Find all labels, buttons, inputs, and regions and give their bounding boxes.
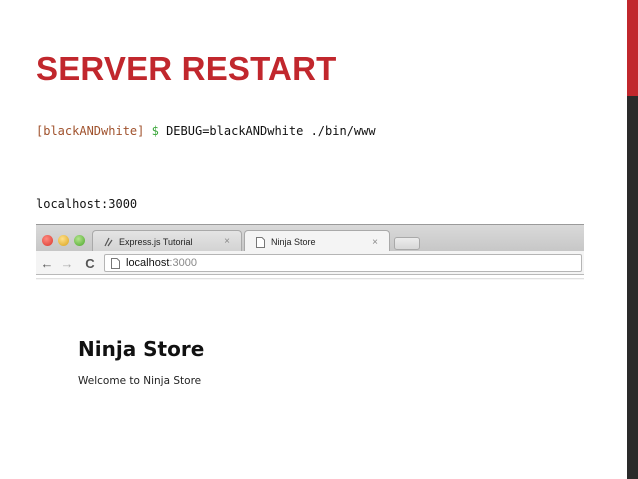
forward-arrow-icon[interactable]: → [58,254,76,272]
host-line: localhost:3000 [36,197,138,211]
tab-ninja-store[interactable]: Ninja Store × [244,230,390,253]
page-heading: Ninja Store [78,337,205,361]
tab-close-icon[interactable]: × [221,236,233,247]
close-window-button[interactable] [42,235,53,246]
reload-icon[interactable]: C [81,254,99,272]
terminal-command: [blackANDwhite] $ DEBUG=blackANDwhite ./… [36,124,376,138]
terminal-command-text: DEBUG=blackANDwhite ./bin/www [166,124,376,138]
side-bar-accent [627,0,638,96]
zoom-window-button[interactable] [74,235,85,246]
tab-close-icon[interactable]: × [369,237,381,248]
page-welcome-text: Welcome to Ninja Store [78,375,202,387]
browser-toolbar: ← → C localhost:3000 [36,251,584,275]
page-icon [109,257,121,269]
back-arrow-icon[interactable]: ← [38,254,56,272]
toolbar-shadow [36,278,584,280]
minimize-window-button[interactable] [58,235,69,246]
tab-label: Express.js Tutorial [119,236,193,247]
address-host: localhost [126,257,170,269]
slide-side-bar [627,0,638,479]
address-port: :3000 [169,257,197,269]
tab-strip: Express.js Tutorial × Ninja Store × [36,224,584,253]
page-icon [255,236,266,248]
tab-express-tutorial[interactable]: Express.js Tutorial × [92,230,242,252]
tab-label: Ninja Store [271,237,316,247]
slide-title: SERVER RESTART [36,50,337,87]
express-icon [103,236,114,247]
terminal-dollar: $ [151,124,159,138]
browser-window: Express.js Tutorial × Ninja Store × ← → … [36,224,584,278]
terminal-prompt: [blackANDwhite] [36,124,145,138]
new-tab-button[interactable] [394,237,420,250]
address-bar[interactable]: localhost:3000 [104,254,582,272]
